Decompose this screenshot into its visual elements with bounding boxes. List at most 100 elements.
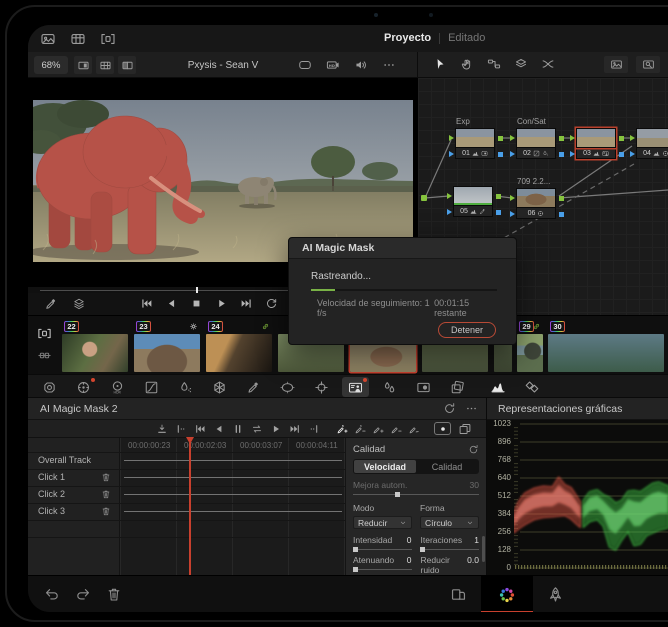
skip-end-icon[interactable]	[240, 297, 253, 310]
node-port[interactable]	[570, 151, 575, 157]
node-port[interactable]	[498, 152, 503, 157]
stop-button[interactable]: Detener	[438, 322, 496, 338]
onion-toggle-button[interactable]	[434, 422, 451, 435]
panel-menu-icon[interactable]	[465, 402, 478, 415]
node-05[interactable]: 05	[453, 186, 495, 217]
node-port[interactable]	[449, 151, 454, 157]
track-row-click-3[interactable]: Click 3	[28, 503, 345, 520]
node-port[interactable]	[447, 209, 452, 215]
curves-tool[interactable]	[138, 377, 165, 397]
node-port[interactable]	[630, 135, 635, 141]
image-menu-button[interactable]	[604, 56, 628, 73]
picker-tool[interactable]	[240, 377, 267, 397]
tracker-playhead[interactable]	[189, 438, 191, 575]
node-port[interactable]	[498, 136, 503, 141]
pen-smooth-icon[interactable]	[408, 423, 420, 435]
node-port[interactable]	[630, 151, 635, 157]
pen-minus-icon[interactable]	[390, 423, 402, 435]
tracker-timeline[interactable]: 00:00:00:2300:00:02:0300:00:03:0700:00:0…	[28, 438, 345, 575]
node-port[interactable]	[510, 151, 515, 157]
node-port[interactable]	[449, 135, 454, 141]
tab-editado[interactable]: Editado	[448, 32, 485, 44]
swap-icon[interactable]	[251, 423, 263, 435]
tab-velocidad[interactable]: Velocidad	[354, 460, 416, 473]
zoom-level-button[interactable]: 68%	[34, 56, 68, 74]
node-01[interactable]: Exp01	[455, 128, 497, 159]
frame-icon[interactable]	[298, 58, 312, 72]
copy-layers-icon[interactable]	[458, 422, 472, 436]
tracker-tool[interactable]	[308, 377, 335, 397]
skip-start-icon[interactable]	[194, 423, 206, 435]
param-slider[interactable]	[353, 567, 412, 572]
key-tool[interactable]	[410, 377, 437, 397]
node-port[interactable]	[619, 136, 624, 141]
param-slider[interactable]	[421, 547, 480, 552]
warper-tool[interactable]	[206, 377, 233, 397]
picker-icon[interactable]	[44, 297, 58, 311]
wheels-tool[interactable]	[70, 377, 97, 397]
tab-calidad[interactable]: Calidad	[416, 460, 478, 473]
split-view-button[interactable]	[118, 56, 136, 74]
skip-start-icon[interactable]	[140, 297, 153, 310]
page-color-active[interactable]	[481, 576, 533, 612]
clips-icon[interactable]	[100, 31, 116, 47]
pause-icon[interactable]	[232, 423, 244, 435]
tab-proyecto[interactable]: Proyecto	[384, 32, 431, 44]
redo-icon[interactable]	[75, 586, 91, 602]
node-port[interactable]	[510, 195, 515, 201]
node-source-port[interactable]	[421, 195, 427, 201]
node-port[interactable]	[447, 193, 452, 199]
trash-icon[interactable]	[101, 506, 111, 516]
node-port[interactable]	[619, 152, 624, 157]
skip-end-icon[interactable]	[289, 423, 301, 435]
sizing-tool[interactable]	[444, 377, 471, 397]
timeline-clip-30[interactable]: 30	[548, 321, 666, 372]
node-02[interactable]: Con/Sat02	[516, 128, 558, 159]
param-slider[interactable]	[353, 547, 412, 552]
stop-icon[interactable]	[190, 297, 203, 310]
raw-tool[interactable]	[36, 377, 63, 397]
qualifier-tool[interactable]	[172, 377, 199, 397]
track-row-click-2[interactable]: Click 2	[28, 486, 345, 503]
mark-left-icon[interactable]	[175, 423, 187, 435]
track-row-click-1[interactable]: Click 1	[28, 469, 345, 486]
auto-improve-slider[interactable]	[353, 492, 479, 497]
window-tool[interactable]	[274, 377, 301, 397]
magic-tool[interactable]	[342, 377, 369, 397]
diamonds-icon[interactable]	[524, 379, 540, 395]
blur-tool[interactable]	[376, 377, 403, 397]
splitter-icon[interactable]	[541, 57, 555, 71]
image-search-button[interactable]	[636, 56, 660, 73]
select-dropdown[interactable]: Reducir	[353, 516, 412, 529]
settings-scrollbar[interactable]	[482, 536, 485, 562]
trash-icon[interactable]	[106, 586, 122, 602]
hd-camera-icon[interactable]: HD	[326, 58, 340, 72]
single-view-button[interactable]	[74, 56, 92, 74]
grid-view-button[interactable]	[96, 56, 114, 74]
timeline-clip-24[interactable]: 24	[206, 321, 274, 372]
mark-right-icon[interactable]	[308, 423, 320, 435]
node-port[interactable]	[510, 211, 515, 217]
histogram-icon[interactable]	[490, 379, 506, 395]
node-port[interactable]	[559, 136, 564, 141]
layer-node-icon[interactable]	[514, 57, 528, 71]
picker-minus-icon[interactable]	[354, 423, 366, 435]
track-in-icon[interactable]	[156, 423, 168, 435]
node-port[interactable]	[570, 135, 575, 141]
rocket-icon[interactable]	[547, 586, 564, 603]
undo-icon[interactable]	[44, 586, 60, 602]
node-06[interactable]: 709 2.2...06	[516, 188, 558, 219]
play-icon[interactable]	[215, 297, 228, 310]
node-04[interactable]: 04	[636, 128, 668, 159]
timeline-clip-22[interactable]: 22	[62, 321, 130, 372]
clip-title-dropdown[interactable]: Pxysis - Sean V	[148, 52, 298, 78]
layers-icon[interactable]	[72, 297, 86, 311]
node-port[interactable]	[559, 212, 564, 217]
hdr-tool[interactable]: HDR	[104, 377, 131, 397]
node-port[interactable]	[496, 194, 501, 199]
node-port[interactable]	[496, 210, 501, 215]
cursor-icon[interactable]	[433, 57, 447, 71]
stills-icon[interactable]	[70, 31, 86, 47]
settings-reset-icon[interactable]	[468, 444, 479, 455]
picker-plus-icon[interactable]	[336, 423, 348, 435]
